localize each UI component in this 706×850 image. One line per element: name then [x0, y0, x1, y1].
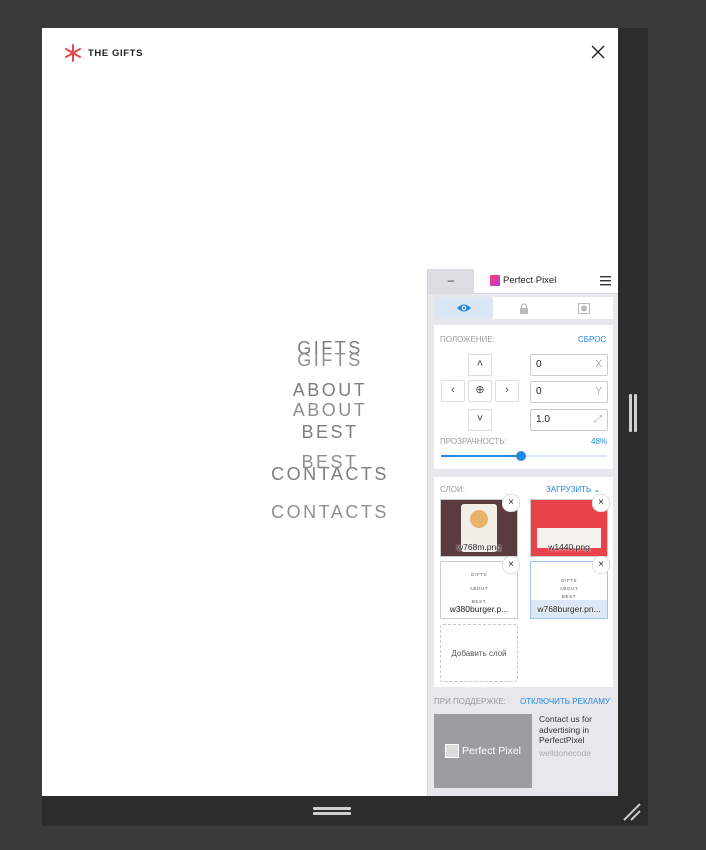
opacity-label: ПРОЗРАЧНОСТЬ:: [440, 437, 507, 446]
position-label: ПОЛОЖЕНИЕ:: [440, 335, 495, 344]
move-right-icon[interactable]: ›: [495, 380, 519, 402]
panel-title: Perfect Pixel: [490, 275, 556, 286]
upload-button[interactable]: ЗАГРУЗИТЬ ⌄: [546, 485, 600, 494]
y-offset-value: 0: [536, 386, 542, 397]
site-logo[interactable]: THE GIFTS: [64, 44, 143, 62]
chevron-down-icon: ⌄: [593, 485, 601, 494]
thumb-menu-text: BEST: [561, 594, 577, 599]
layer-name: w380burger.p...: [449, 604, 509, 614]
upload-label: ЗАГРУЗИТЬ: [546, 485, 592, 494]
scale-value: 1.0: [536, 414, 550, 425]
resize-handle-right[interactable]: [618, 28, 648, 826]
add-layer-button[interactable]: Добавить слой: [440, 624, 518, 682]
center-icon[interactable]: ⊕: [468, 380, 492, 402]
opacity-slider-handle[interactable]: [515, 451, 526, 461]
close-icon[interactable]: [588, 42, 608, 62]
layers-card: СЛОИ: ЗАГРУЗИТЬ ⌄ w768m.png × w1440.png …: [434, 477, 613, 687]
perfectpixel-logo-icon: [445, 744, 460, 758]
thumb-menu-text: GIFTS: [560, 578, 578, 583]
reset-button[interactable]: СБРОС: [578, 335, 606, 344]
move-down-icon[interactable]: ˅: [468, 409, 492, 431]
resize-handle-bottom[interactable]: [42, 796, 648, 826]
resize-icon: ⤢: [594, 414, 602, 425]
tab-invert[interactable]: [554, 297, 613, 319]
move-left-icon[interactable]: ‹: [441, 380, 465, 402]
ad-image[interactable]: Perfect Pixel: [434, 714, 532, 788]
perfectpixel-logo-icon: [490, 275, 500, 286]
x-offset-value: 0: [536, 359, 542, 370]
grip-icon: [313, 807, 351, 810]
opacity-value: 48%: [591, 437, 608, 446]
thumb-preview-circle: [470, 510, 488, 528]
ad-source[interactable]: welldonecode: [539, 748, 591, 758]
position-card: ПОЛОЖЕНИЕ: СБРОС ˄ ‹ ⊕ › ˅ 0 X 0 Y 1.0 ⤢…: [434, 325, 613, 469]
ad-text[interactable]: Contact us for advertising in PerfectPix…: [539, 714, 613, 746]
resize-corner-icon[interactable]: [622, 802, 642, 822]
lock-icon: [519, 302, 528, 314]
opacity-slider-fill: [441, 455, 521, 457]
grip-icon: [313, 812, 351, 815]
y-suffix: Y: [595, 386, 602, 397]
panel-tabs: [434, 297, 613, 319]
tab-visibility[interactable]: [434, 297, 493, 319]
grip-icon: [634, 394, 637, 432]
minimize-button[interactable]: –: [428, 269, 474, 293]
x-offset-field[interactable]: 0 X: [530, 354, 608, 376]
perfect-pixel-panel: – Perfect Pixel ПОЛОЖЕНИЕ: СБРОС ˄ ‹ ⊕ ›…: [427, 269, 619, 796]
grip-icon: [629, 394, 632, 432]
opacity-slider-track[interactable]: [441, 451, 607, 461]
layer-name: w768burger.pn...: [537, 604, 601, 614]
sponsor-label: ПРИ ПОДДЕРЖКЕ:: [434, 697, 506, 706]
panel-title-text: Perfect Pixel: [503, 275, 557, 286]
tab-lock[interactable]: [494, 297, 553, 319]
invert-icon: [577, 302, 590, 314]
ad-image-text: Perfect Pixel: [462, 745, 521, 757]
move-up-icon[interactable]: ˄: [468, 354, 492, 376]
snowflake-icon: [65, 44, 81, 62]
eye-icon: [456, 304, 471, 312]
y-offset-field[interactable]: 0 Y: [530, 381, 608, 403]
x-suffix: X: [595, 359, 602, 370]
hamburger-menu-icon[interactable]: [600, 275, 611, 286]
remove-layer-icon[interactable]: ×: [592, 556, 610, 574]
layer-name: w1440.png: [548, 542, 590, 552]
thumb-menu-text: ABOUT: [559, 586, 579, 591]
scale-field[interactable]: 1.0 ⤢: [530, 409, 608, 431]
remove-layer-icon[interactable]: ×: [592, 494, 610, 512]
disable-ads-link[interactable]: ОТКЛЮЧИТЬ РЕКЛАМУ: [520, 697, 610, 706]
thumb-menu-text: ABOUT: [469, 586, 489, 591]
panel-header: – Perfect Pixel: [428, 269, 619, 294]
layer-name: w768m.png: [457, 542, 501, 552]
logo-text: THE GIFTS: [88, 47, 144, 59]
layers-label: СЛОИ:: [440, 485, 465, 494]
remove-layer-icon[interactable]: ×: [502, 494, 520, 512]
remove-layer-icon[interactable]: ×: [502, 556, 520, 574]
